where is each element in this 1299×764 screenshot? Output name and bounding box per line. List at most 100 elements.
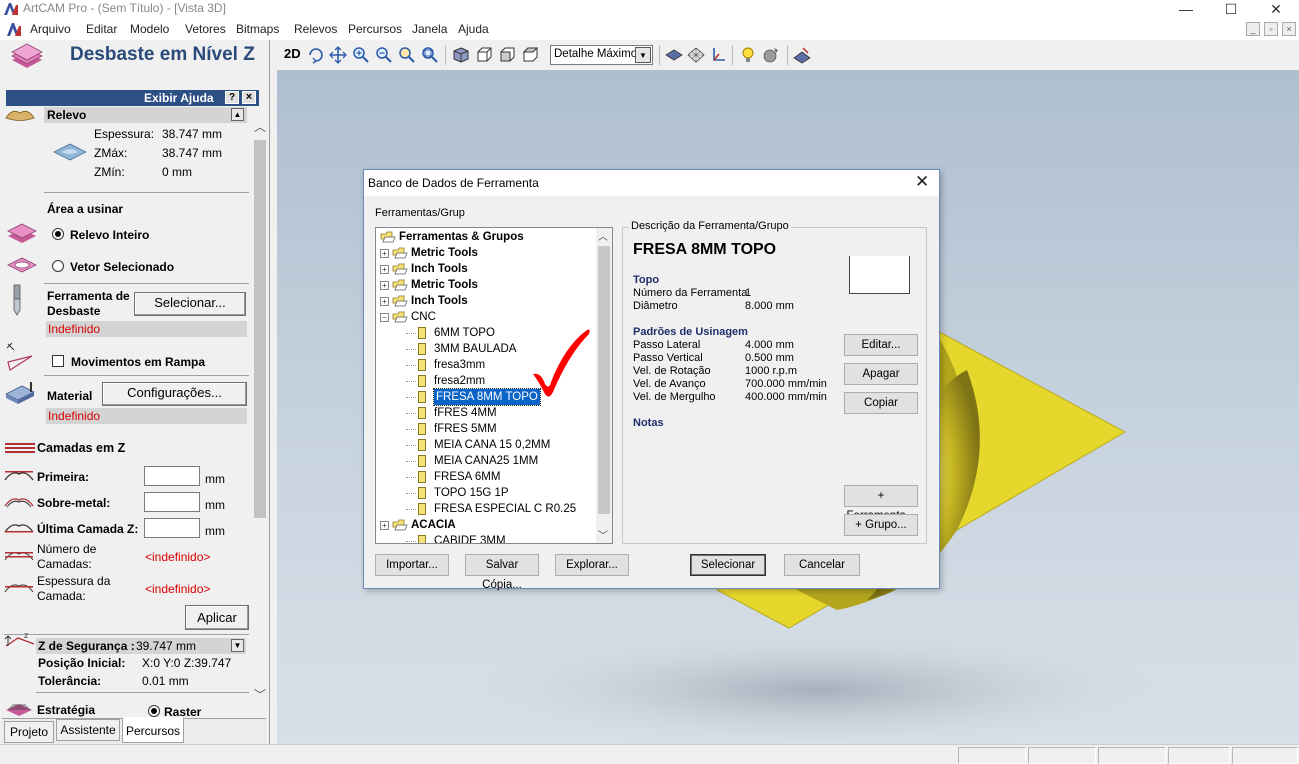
expand-icon[interactable]: +: [380, 265, 389, 274]
tree-item-label: CABIDE 3MM: [434, 535, 506, 544]
expand-icon[interactable]: +: [380, 249, 389, 258]
selected-vector-radio[interactable]: [52, 260, 64, 272]
menu-arquivo[interactable]: Arquivo: [30, 22, 71, 36]
status-cell: [1232, 747, 1298, 764]
menu-janela[interactable]: Janela: [412, 22, 447, 36]
tree-connector: [406, 445, 416, 446]
delete-button[interactable]: Apagar: [844, 363, 918, 385]
red-checkmark-annotation: [533, 329, 590, 397]
edit-button[interactable]: Editar...: [844, 334, 918, 356]
raster-radio[interactable]: [148, 705, 160, 717]
material-setup-button[interactable]: Configurações...: [102, 382, 247, 406]
menu-ajuda[interactable]: Ajuda: [458, 22, 489, 36]
select-tool-button[interactable]: Selecionar...: [134, 292, 246, 316]
full-relief-radio[interactable]: [52, 228, 64, 240]
import-button[interactable]: Importar...: [375, 554, 449, 576]
zoom-out-icon[interactable]: [375, 46, 393, 64]
dialog-close-icon[interactable]: ✕: [915, 172, 929, 192]
maximize-button[interactable]: ☐: [1208, 0, 1254, 20]
expand-icon[interactable]: +: [380, 297, 389, 306]
ramp-moves-label[interactable]: Movimentos em Rampa: [71, 355, 205, 369]
layer-count-value: <indefinido>: [145, 550, 211, 564]
cutting-tool-icon: [418, 343, 426, 355]
cancel-button[interactable]: Cancelar: [784, 554, 860, 576]
expand-icon[interactable]: +: [380, 521, 389, 530]
mdi-close-button[interactable]: ×: [1282, 22, 1296, 36]
param-label: Passo Vertical: [633, 352, 703, 364]
add-tool-button[interactable]: + Ferramenta...: [844, 485, 918, 522]
mdi-restore-button[interactable]: ▫: [1264, 22, 1278, 36]
save-copy-button[interactable]: Salvar Cópia...: [465, 554, 539, 591]
expand-icon[interactable]: +: [380, 281, 389, 290]
tab-percursos[interactable]: Percursos: [122, 717, 184, 743]
first-layer-input[interactable]: [144, 466, 200, 486]
help-icon[interactable]: ?: [225, 91, 239, 104]
apply-button[interactable]: Aplicar: [185, 605, 249, 630]
tree-scroll-up-icon[interactable]: ︿: [598, 228, 608, 243]
scroll-up-icon[interactable]: ︿: [254, 118, 266, 135]
iso-view-icon[interactable]: [452, 46, 470, 64]
tree-item-label: fresa3mm: [434, 359, 486, 371]
dropdown-arrow-icon[interactable]: ▼: [635, 47, 651, 63]
front-view-icon[interactable]: [475, 46, 493, 64]
menu-bitmaps[interactable]: Bitmaps: [236, 22, 279, 36]
rotate-view-icon[interactable]: [307, 46, 325, 64]
allowance-input[interactable]: [144, 492, 200, 512]
strategy-label: Estratégia: [37, 703, 96, 717]
tree-connector: [406, 477, 416, 478]
help-label[interactable]: Exibir Ajuda: [144, 91, 214, 105]
zoom-in-icon[interactable]: [352, 46, 370, 64]
minimize-button[interactable]: —: [1163, 0, 1209, 20]
full-relief-label[interactable]: Relevo Inteiro: [70, 228, 149, 242]
zoom-extents-icon[interactable]: [421, 46, 439, 64]
toolpath-preview-icon[interactable]: [793, 46, 811, 64]
axes-icon[interactable]: [709, 46, 727, 64]
wireframe-icon[interactable]: [687, 46, 705, 64]
safe-z-value: 39.747 mm: [136, 639, 197, 653]
panel-scrollbar[interactable]: ︿ ﹀: [252, 118, 268, 704]
tab-projeto[interactable]: Projeto: [4, 721, 54, 743]
side-view-icon[interactable]: [498, 46, 516, 64]
tree-item-label: fFRES 5MM: [434, 423, 497, 435]
top-view-icon[interactable]: [521, 46, 539, 64]
menu-editar[interactable]: Editar: [86, 22, 117, 36]
material-shade-icon[interactable]: [762, 46, 780, 64]
tool-group-icon: [392, 311, 408, 323]
tool-status-bar: Indefinido: [46, 321, 247, 337]
tree-scroll-down-icon[interactable]: ﹀: [598, 527, 608, 542]
material-label: Material: [47, 389, 93, 403]
add-group-button[interactable]: + Grupo...: [844, 514, 918, 536]
scroll-thumb[interactable]: [254, 140, 266, 518]
pan-view-icon[interactable]: [329, 46, 347, 64]
param-label: Vel. de Avanço: [633, 378, 706, 390]
menu-modelo[interactable]: Modelo: [130, 22, 169, 36]
first-layer-label: Primeira:: [37, 470, 90, 484]
last-layer-label: Última Camada Z:: [37, 522, 139, 536]
last-layer-input[interactable]: [144, 518, 200, 538]
ramp-moves-checkbox[interactable]: [52, 355, 64, 367]
copy-button[interactable]: Copiar: [844, 392, 918, 414]
light-bulb-icon[interactable]: [739, 46, 757, 64]
tab-assistente[interactable]: Assistente: [56, 719, 120, 741]
explore-button[interactable]: Explorar...: [555, 554, 629, 576]
collapse-relief-icon[interactable]: ▲: [231, 108, 244, 121]
close-button[interactable]: ✕: [1253, 0, 1299, 20]
selected-vector-label[interactable]: Vetor Selecionado: [70, 260, 174, 274]
shaded-plane-icon[interactable]: [665, 46, 683, 64]
zoom-window-icon[interactable]: [398, 46, 416, 64]
close-help-icon[interactable]: ×: [242, 91, 256, 104]
menu-relevos[interactable]: Relevos: [294, 22, 337, 36]
menu-percursos[interactable]: Percursos: [348, 22, 402, 36]
collapse-icon[interactable]: −: [380, 313, 389, 322]
tree-scroll-thumb[interactable]: [598, 246, 610, 514]
expand-safe-z-icon[interactable]: ▼: [231, 639, 244, 652]
view-2d-button[interactable]: 2D: [284, 46, 301, 61]
tree-connector: [406, 429, 416, 430]
scroll-down-icon[interactable]: ﹀: [254, 686, 266, 703]
detail-select[interactable]: Detalhe Máximo ▼: [550, 45, 653, 65]
menu-vetores[interactable]: Vetores: [185, 22, 226, 36]
select-button[interactable]: Selecionar: [690, 554, 766, 576]
document-icon: [7, 23, 21, 36]
mdi-minimize-button[interactable]: _: [1246, 22, 1260, 36]
status-bar: [0, 744, 1299, 764]
